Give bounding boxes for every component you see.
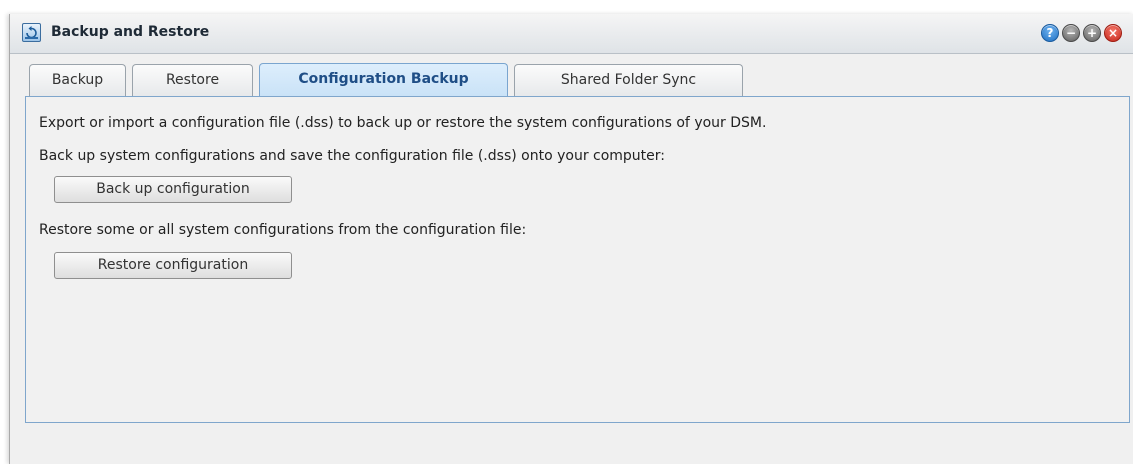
tab-backup[interactable]: Backup [29, 64, 126, 96]
intro-text: Export or import a configuration file (.… [39, 115, 767, 131]
tab-bar: Backup Restore Configuration Backup Shar… [29, 63, 743, 97]
backup-description: Back up system configurations and save t… [39, 148, 666, 164]
restore-description: Restore some or all system configuration… [39, 222, 527, 238]
close-icon[interactable]: × [1104, 24, 1122, 42]
back-up-configuration-button[interactable]: Back up configuration [54, 176, 292, 203]
minimize-icon[interactable]: − [1062, 24, 1080, 42]
help-icon[interactable]: ? [1041, 24, 1059, 42]
maximize-icon[interactable]: + [1083, 24, 1101, 42]
tab-restore[interactable]: Restore [132, 64, 253, 96]
tab-configuration-backup[interactable]: Configuration Backup [259, 63, 508, 97]
window-title: Backup and Restore [51, 24, 210, 40]
backup-restore-window: Backup and Restore ? − + × Backup Restor… [9, 14, 1133, 464]
title-bar[interactable]: Backup and Restore ? − + × [10, 14, 1133, 54]
restore-configuration-button[interactable]: Restore configuration [54, 252, 292, 279]
backup-restore-app-icon [22, 23, 41, 42]
configuration-backup-panel: Export or import a configuration file (.… [25, 96, 1130, 423]
tab-shared-folder-sync[interactable]: Shared Folder Sync [514, 64, 743, 96]
